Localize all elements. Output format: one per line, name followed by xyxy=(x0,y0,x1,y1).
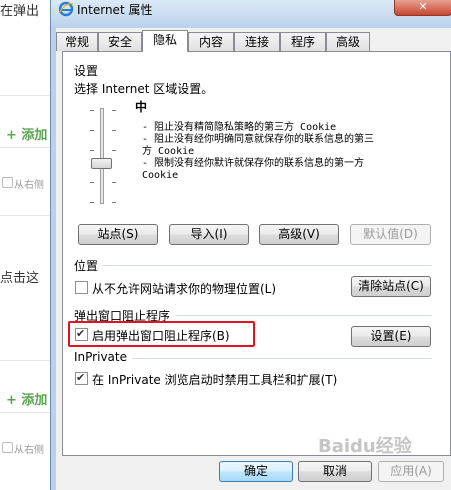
popup-settings-button[interactable]: 设置(E) xyxy=(351,326,431,347)
tab-content[interactable]: 内容 xyxy=(188,32,234,51)
checkbox[interactable] xyxy=(2,177,13,188)
click-text-fragment: 点击这 xyxy=(0,271,40,286)
background-title-fragment: 在弹出 xyxy=(0,4,40,19)
select-zone-label: 选择 Internet 区域设置。 xyxy=(74,82,214,96)
add-link[interactable]: + 添加 xyxy=(6,389,47,408)
slider-tick xyxy=(90,182,94,183)
location-checkbox[interactable] xyxy=(75,281,88,294)
add-link[interactable]: + 添加 xyxy=(6,124,47,143)
settings-group-label: 设置 xyxy=(74,64,99,78)
clear-sites-button[interactable]: 清除站点(C) xyxy=(351,276,431,297)
slider-tick xyxy=(90,202,94,203)
highlight-box xyxy=(68,321,255,347)
tab-programs[interactable]: 程序 xyxy=(280,32,326,51)
inprivate-checkbox-label: 在 InPrivate 浏览启动时禁用工具栏和扩展(T) xyxy=(92,373,338,387)
description-line: - 阻止没有精简隐私策略的第三方 Cookie xyxy=(142,122,337,133)
description-line: - 阻止没有经你明确同意就保存你的联系信息的第三 xyxy=(142,134,375,145)
slider-tick xyxy=(90,130,94,131)
inprivate-group-label: InPrivate xyxy=(74,350,127,364)
privacy-slider-thumb[interactable] xyxy=(91,158,112,169)
slider-tick xyxy=(112,182,116,183)
description-line: - 限制没有经你默许就保存你的联系信息的第一方 xyxy=(142,158,365,169)
slider-tick xyxy=(112,150,116,151)
group-divider xyxy=(176,315,432,316)
privacy-level: 中 xyxy=(135,100,148,114)
privacy-panel xyxy=(62,51,451,456)
location-checkbox-label: 从不允许网站请求你的物理位置(L) xyxy=(92,282,277,296)
watermark: Baidu经验 xyxy=(318,436,412,457)
slider-tick xyxy=(112,130,116,131)
cancel-button[interactable]: 取消 xyxy=(298,461,372,482)
default-button[interactable]: 默认值(D) xyxy=(350,224,431,245)
slider-tick xyxy=(112,202,116,203)
from-right-label: 从右侧 xyxy=(14,445,44,456)
ok-button[interactable]: 确定 xyxy=(219,461,293,482)
privacy-description: - 阻止没有精简隐私策略的第三方 Cookie - 阻止没有经你明确同意就保存你… xyxy=(142,122,432,182)
inprivate-checkbox[interactable] xyxy=(75,371,88,385)
slider-tick xyxy=(90,150,94,151)
slider-tick xyxy=(112,110,116,111)
import-button[interactable]: 导入(I) xyxy=(169,224,249,245)
checkbox[interactable] xyxy=(2,442,13,453)
description-line: 方 Cookie xyxy=(142,146,195,157)
advanced-button[interactable]: 高级(V) xyxy=(259,224,339,245)
sites-button[interactable]: 站点(S) xyxy=(78,224,158,245)
tab-security[interactable]: 安全 xyxy=(98,32,142,51)
tab-privacy[interactable]: 隐私 xyxy=(142,30,188,52)
privacy-slider-track[interactable] xyxy=(100,108,104,204)
location-group-label: 位置 xyxy=(74,259,99,273)
from-right-label: 从右侧 xyxy=(14,180,44,191)
tab-general[interactable]: 常规 xyxy=(56,32,98,51)
description-line: Cookie xyxy=(142,170,179,181)
tab-advanced[interactable]: 高级 xyxy=(326,32,370,51)
group-divider xyxy=(132,358,432,359)
slider-tick xyxy=(90,110,94,111)
group-divider xyxy=(102,265,432,266)
tab-connections[interactable]: 连接 xyxy=(234,32,280,51)
apply-button[interactable]: 应用(A) xyxy=(378,461,444,482)
